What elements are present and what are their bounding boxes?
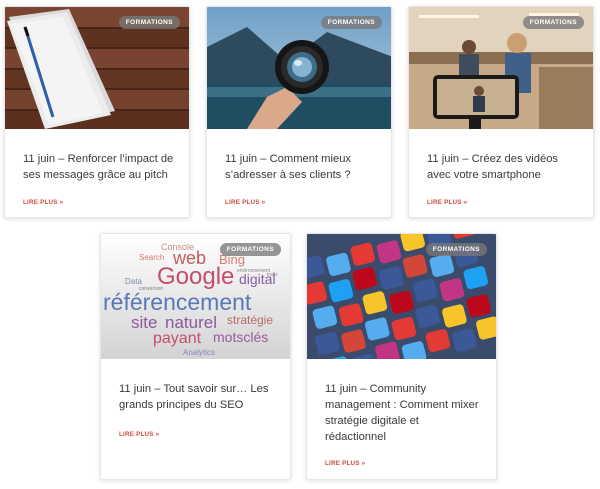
svg-text:Data: Data <box>125 277 142 286</box>
svg-text:référencement: référencement <box>103 289 252 315</box>
read-more-link[interactable]: LIRE PLUS » <box>427 199 467 206</box>
post-title[interactable]: 11 juin – Renforcer l’impact de ses mess… <box>23 151 175 183</box>
post-card-seo[interactable]: Console Search web Bing Google Data digi… <box>100 233 291 480</box>
read-more-link[interactable]: LIRE PLUS » <box>23 199 63 206</box>
read-more-link[interactable]: LIRE PLUS » <box>325 460 365 467</box>
svg-text:Search: Search <box>139 253 164 262</box>
read-more-link[interactable]: LIRE PLUS » <box>119 431 159 438</box>
read-more-link[interactable]: LIRE PLUS » <box>225 199 265 206</box>
svg-text:payant: payant <box>153 330 202 347</box>
svg-text:stratégie: stratégie <box>227 313 273 327</box>
post-thumbnail-social-icons[interactable]: FORMATIONS <box>307 234 496 359</box>
category-badge[interactable]: FORMATIONS <box>118 16 180 29</box>
post-title[interactable]: 11 juin – Community management : Comment… <box>325 381 482 445</box>
post-title[interactable]: 11 juin – Tout savoir sur… Les grands pr… <box>119 381 276 413</box>
post-title[interactable]: 11 juin – Comment mieux s’adresser à ses… <box>225 151 377 183</box>
post-title[interactable]: 11 juin – Créez des vidéos avec votre sm… <box>427 151 579 183</box>
post-card-clients[interactable]: FORMATIONS 11 juin – Comment mieux s’adr… <box>206 6 392 218</box>
post-card-community[interactable]: FORMATIONS 11 juin – Community managemen… <box>306 233 497 480</box>
post-thumbnail-notebook[interactable]: FORMATIONS <box>5 7 189 129</box>
post-thumbnail-smartphone[interactable]: FORMATIONS <box>409 7 593 129</box>
category-badge[interactable]: FORMATIONS <box>522 16 584 29</box>
svg-text:Google: Google <box>157 263 234 290</box>
post-card-pitch[interactable]: FORMATIONS 11 juin – Renforcer l’impact … <box>4 6 190 218</box>
category-badge[interactable]: FORMATIONS <box>425 243 487 256</box>
post-thumbnail-seo-wordcloud[interactable]: Console Search web Bing Google Data digi… <box>101 234 290 359</box>
svg-text:environnement: environnement <box>237 268 271 274</box>
svg-text:Analytics: Analytics <box>183 348 215 357</box>
post-thumbnail-lens[interactable]: FORMATIONS <box>207 7 391 129</box>
post-card-videos[interactable]: FORMATIONS 11 juin – Créez des vidéos av… <box>408 6 594 218</box>
svg-text:motsclés: motsclés <box>213 329 268 345</box>
category-badge[interactable]: FORMATIONS <box>320 16 382 29</box>
category-badge[interactable]: FORMATIONS <box>219 243 281 256</box>
